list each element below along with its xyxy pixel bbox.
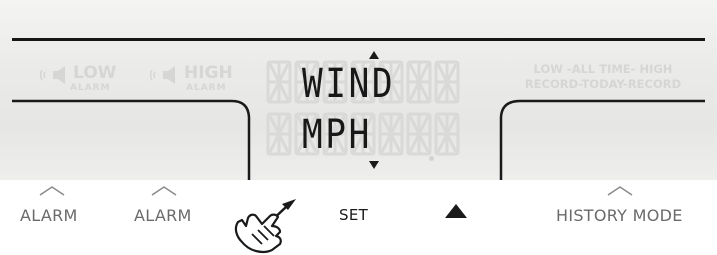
display-line-1: WIND <box>302 61 396 107</box>
chevron-up-icon <box>39 186 65 196</box>
decimal-dot <box>429 156 434 161</box>
scroll-down-indicator-icon <box>369 161 379 169</box>
alarm-low-button[interactable]: ALARM <box>20 206 78 225</box>
set-button[interactable]: SET <box>339 206 368 224</box>
chevron-up-icon <box>151 186 177 196</box>
triangle-up-icon[interactable] <box>444 203 468 219</box>
chevron-up-icon <box>607 186 633 196</box>
scroll-up-indicator-icon <box>369 51 379 59</box>
display-line-2: MPH <box>302 112 372 158</box>
hand-pointer-icon <box>234 199 296 253</box>
alarm-high-button[interactable]: ALARM <box>134 206 192 225</box>
history-mode-button[interactable]: HISTORY MODE <box>556 206 683 225</box>
lcd-display: LOW ALARM HIGH ALARM LOW -ALL TIME- HIGH… <box>0 0 717 180</box>
